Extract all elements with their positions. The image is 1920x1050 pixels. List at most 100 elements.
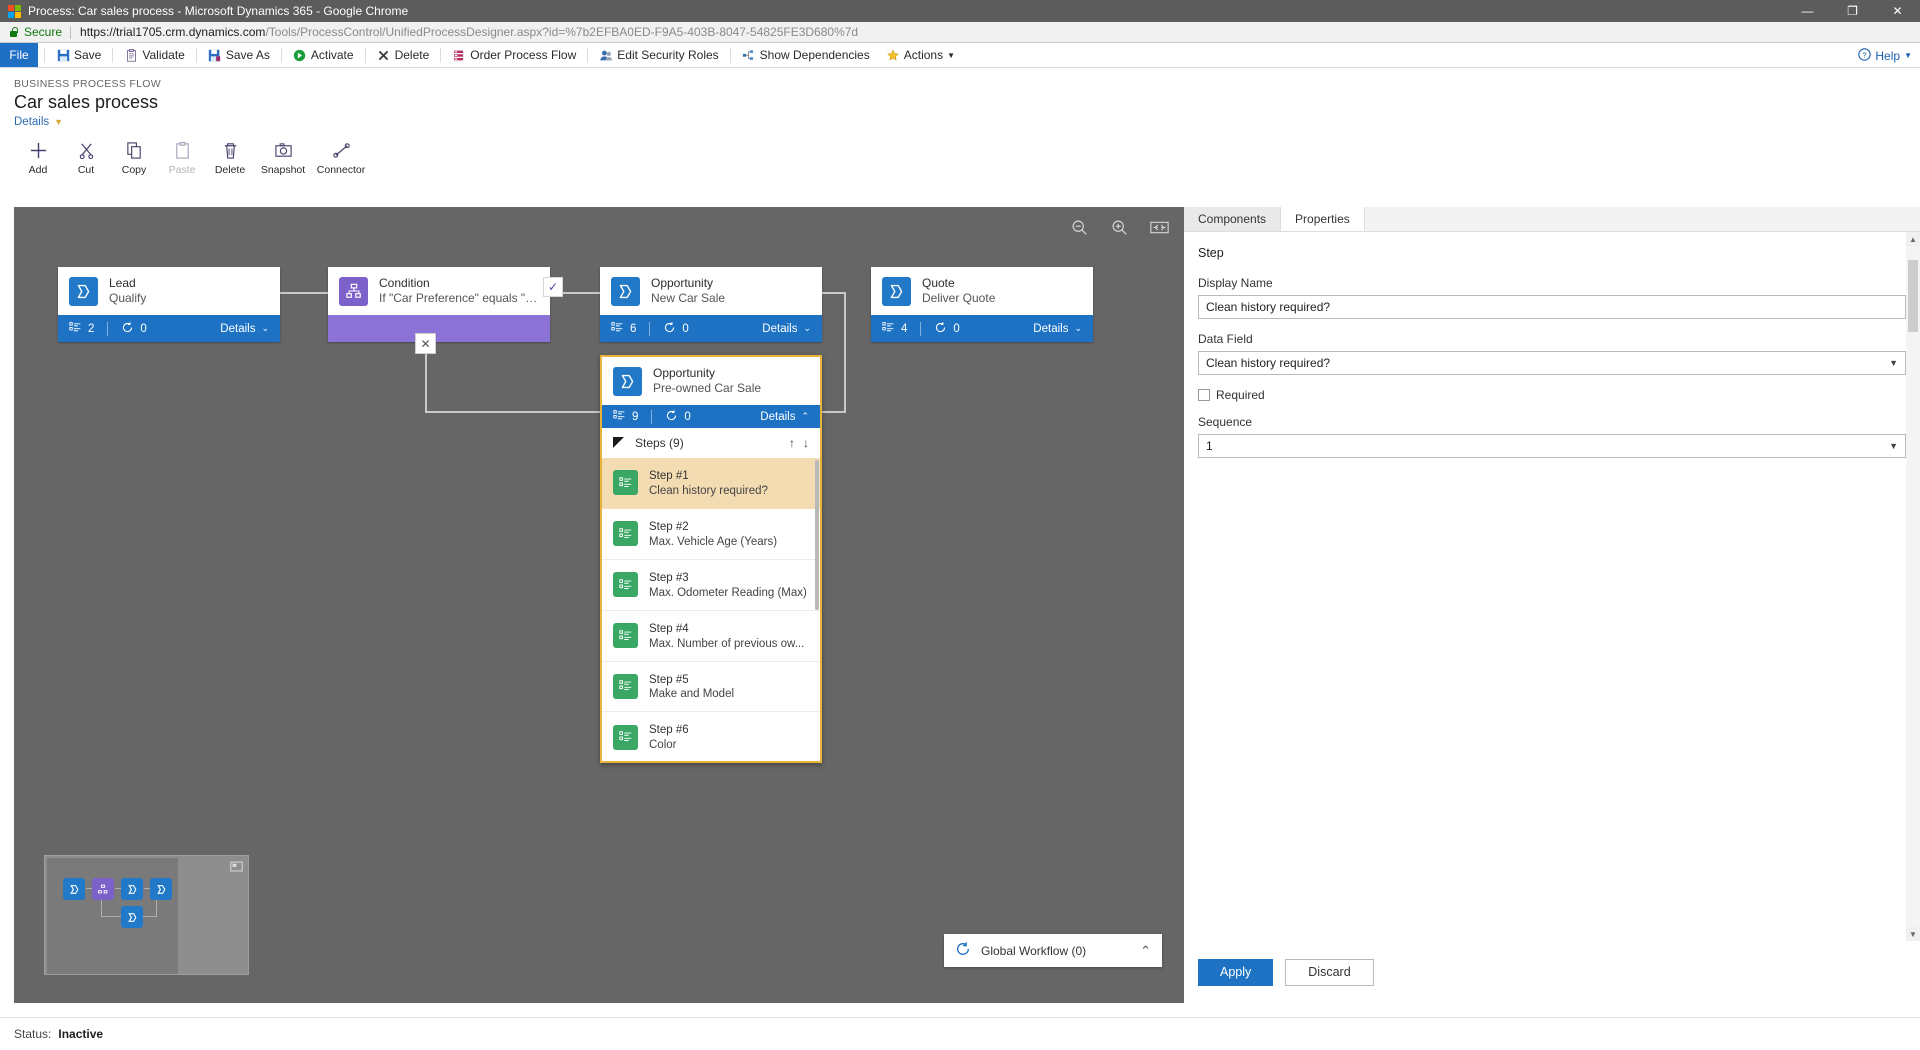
save-as-label: Save As <box>225 48 270 62</box>
maximize-button[interactable]: ❐ <box>1830 0 1875 22</box>
minimap-expand-icon[interactable] <box>230 860 243 875</box>
actions-menu-button[interactable]: Actions ▼ <box>881 43 960 67</box>
trash-icon <box>221 140 240 160</box>
step-list-item[interactable]: Step #4 Max. Number of previous ow... <box>602 611 820 662</box>
close-button[interactable]: ✕ <box>1875 0 1920 22</box>
copy-button[interactable]: Copy <box>110 136 158 176</box>
node-text: Quote Deliver Quote <box>922 276 995 306</box>
arrow-down-icon[interactable]: ↓ <box>803 436 809 450</box>
chevron-up-icon[interactable]: ⌃ <box>1140 943 1151 959</box>
delete-label: Delete <box>394 48 430 62</box>
process-designer-canvas[interactable]: Lead Qualify 2 0 Details ⌄ Condition If … <box>14 207 1184 1003</box>
delete-button[interactable]: Delete <box>206 136 254 176</box>
stage-node-preowned-car-sale-selected[interactable]: Opportunity Pre-owned Car Sale 9 0 Detai… <box>600 355 822 763</box>
loops-count: 0 <box>665 409 691 425</box>
stage-node-lead[interactable]: Lead Qualify 2 0 Details ⌄ <box>58 267 280 342</box>
tab-properties[interactable]: Properties <box>1281 207 1365 231</box>
condition-node[interactable]: Condition If "Car Preference" equals "Ne… <box>328 267 550 342</box>
minimize-button[interactable]: — <box>1785 0 1830 22</box>
validate-button[interactable]: Validate <box>119 43 189 67</box>
chevron-down-icon: ▼ <box>54 117 64 127</box>
stage-node-new-car-sale[interactable]: Opportunity New Car Sale 6 0 Details ⌄ <box>600 267 822 342</box>
save-button[interactable]: Save <box>51 43 106 67</box>
step-list-item[interactable]: Step #6 Color <box>602 712 820 761</box>
validate-icon <box>124 48 138 62</box>
apply-button[interactable]: Apply <box>1198 958 1274 986</box>
details-button[interactable]: Details ⌄ <box>220 323 269 335</box>
condition-false-marker[interactable]: ✕ <box>416 334 435 353</box>
fit-to-screen-icon[interactable] <box>1148 217 1170 237</box>
global-workflow-bar[interactable]: Global Workflow (0) ⌃ <box>944 934 1162 967</box>
connector-button[interactable]: Connector <box>312 136 370 176</box>
condition-icon <box>339 276 368 306</box>
properties-scrollbar[interactable]: ▲ ▼ <box>1906 232 1920 941</box>
required-checkbox-row[interactable]: Required <box>1198 388 1906 402</box>
step-icon <box>613 623 638 649</box>
help-area[interactable]: ? Help ▼ <box>1858 43 1912 68</box>
step-text: Step #3 Max. Odometer Reading (Max) <box>649 569 807 601</box>
loops-count-value: 0 <box>140 322 147 335</box>
node-entity: Condition <box>379 276 430 290</box>
tab-components[interactable]: Components <box>1184 207 1282 231</box>
node-entity: Lead <box>109 276 136 290</box>
step-list-item[interactable]: Step #1 Clean history required? <box>602 458 820 509</box>
scrollbar-thumb[interactable] <box>1908 260 1918 332</box>
scroll-up-arrow-icon[interactable]: ▲ <box>1906 232 1920 246</box>
required-checkbox[interactable] <box>1198 389 1210 401</box>
steps-count: 2 <box>69 321 94 337</box>
activate-label: Activate <box>310 48 354 62</box>
display-name-input[interactable]: Clean history required? <box>1198 295 1906 319</box>
steps-scrollbar[interactable] <box>815 460 819 611</box>
data-field-select[interactable]: Clean history required? ▼ <box>1198 351 1906 375</box>
steps-count-value: 9 <box>632 410 639 423</box>
scroll-down-arrow-icon[interactable]: ▼ <box>1906 927 1920 941</box>
arrow-up-icon[interactable]: ↑ <box>789 436 795 450</box>
properties-section-title: Step <box>1198 246 1224 260</box>
details-toggle[interactable]: Details ▼ <box>14 116 63 128</box>
discard-button[interactable]: Discard <box>1285 958 1374 986</box>
steps-section-header[interactable]: Steps (9) ↑ ↓ <box>602 428 820 459</box>
condition-true-marker[interactable]: ✓ <box>544 278 562 296</box>
loop-icon <box>121 321 134 337</box>
step-list-item[interactable]: Step #2 Max. Vehicle Age (Years) <box>602 509 820 560</box>
zoom-in-icon[interactable] <box>1108 217 1130 237</box>
step-icon <box>613 724 638 750</box>
paste-button[interactable]: Paste <box>158 136 206 176</box>
details-button[interactable]: Details ⌃ <box>760 411 809 423</box>
cut-button[interactable]: Cut <box>62 136 110 176</box>
stage-icon <box>882 276 911 306</box>
stage-node-quote[interactable]: Quote Deliver Quote 4 0 Details ⌄ <box>871 267 1093 342</box>
steps-count-value: 6 <box>630 322 637 335</box>
step-label: Max. Number of previous ow... <box>649 637 805 650</box>
browser-address-bar[interactable]: Secure https://trial1705.crm.dynamics.co… <box>0 22 1920 43</box>
zoom-out-icon[interactable] <box>1068 217 1090 237</box>
loops-count-value: 0 <box>682 322 689 335</box>
workflow-icon <box>955 941 971 960</box>
details-button[interactable]: Details ⌄ <box>762 323 811 335</box>
connector-label: Connector <box>316 164 366 176</box>
file-menu-button[interactable]: File <box>0 43 38 67</box>
node-footer: 9 0 Details ⌃ <box>602 405 820 429</box>
add-button[interactable]: Add <box>14 136 62 176</box>
steps-list[interactable]: Step #1 Clean history required? Step #2 … <box>602 458 820 761</box>
edit-security-roles-button[interactable]: Edit Security Roles <box>594 43 723 67</box>
command-divider <box>587 47 589 63</box>
order-process-flow-button[interactable]: Order Process Flow <box>447 43 581 67</box>
activate-button[interactable]: Activate <box>288 43 359 67</box>
step-list-item[interactable]: Step #5 Make and Model <box>602 662 820 713</box>
url-path: /Tools/ProcessControl/UnifiedProcessDesi… <box>265 25 859 39</box>
canvas-zoom-tools <box>1068 217 1170 237</box>
scissors-icon <box>77 140 96 160</box>
delete-button[interactable]: Delete <box>372 43 435 67</box>
show-dependencies-button[interactable]: Show Dependencies <box>737 43 875 67</box>
node-footer: 6 0 Details ⌄ <box>600 315 822 342</box>
save-as-button[interactable]: Save As <box>203 43 275 67</box>
sequence-select[interactable]: 1 ▼ <box>1198 434 1906 458</box>
snapshot-button[interactable]: Snapshot <box>254 136 312 176</box>
footer-divider <box>920 321 922 336</box>
step-number: Step #4 <box>649 622 689 635</box>
details-button[interactable]: Details ⌄ <box>1033 323 1082 335</box>
canvas-minimap[interactable] <box>44 855 249 975</box>
step-list-item[interactable]: Step #3 Max. Odometer Reading (Max) <box>602 560 820 611</box>
secure-label: Secure <box>24 25 63 39</box>
